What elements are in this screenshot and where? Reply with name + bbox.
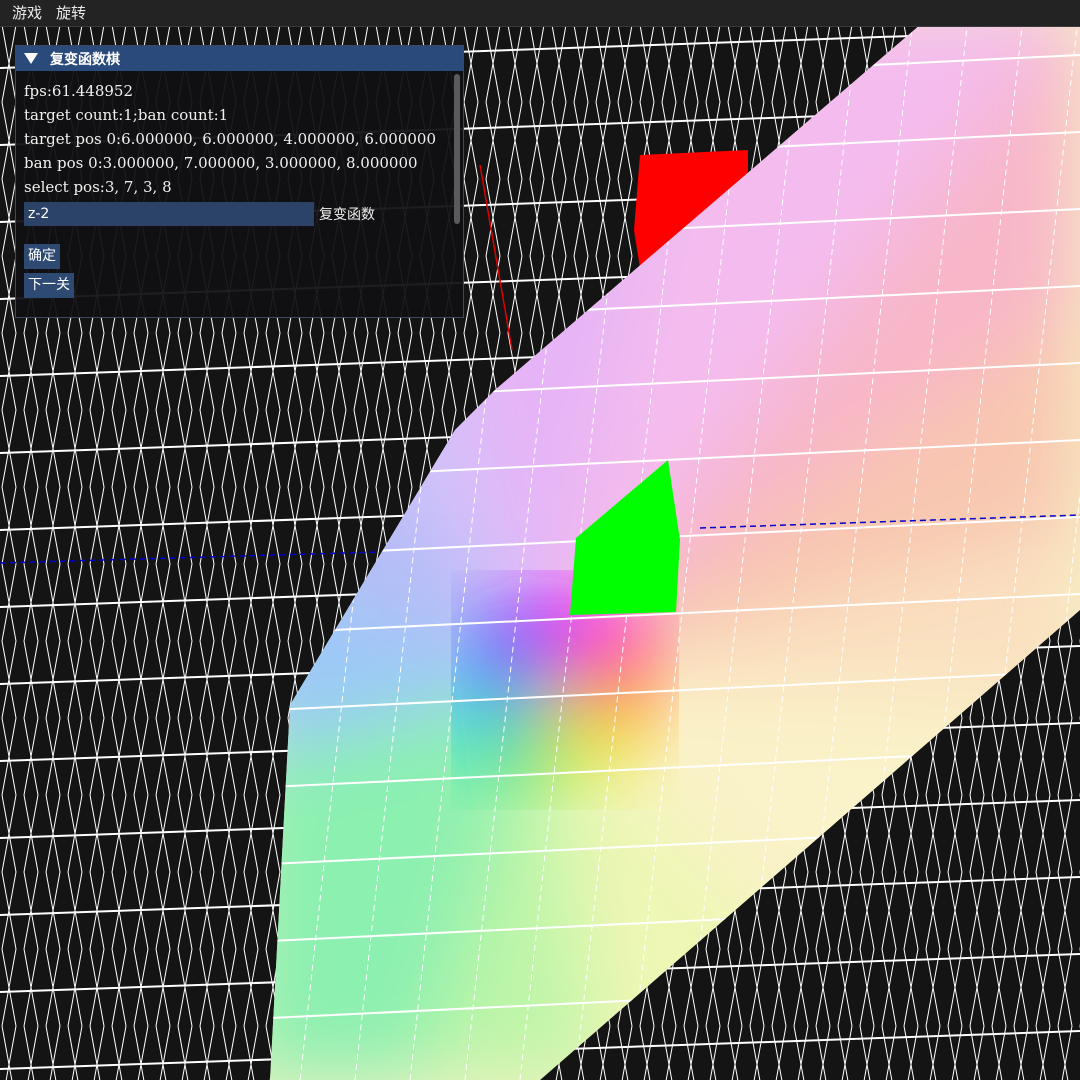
grid-line [903, 1025, 915, 1080]
grid-line [947, 1025, 959, 1080]
grid-line [27, 1025, 39, 1080]
grid-line [137, 1025, 149, 1080]
ban-pos-text: ban pos 0:3.000000, 7.000000, 3.000000, … [24, 154, 418, 172]
menu-game[interactable]: 游戏 [0, 0, 49, 26]
grid-line [621, 1025, 633, 1080]
grid-line [907, 1025, 919, 1080]
grid-line [661, 1025, 673, 1080]
grid-line [643, 1025, 655, 1080]
grid-line [709, 1025, 721, 1080]
grid-line [159, 1025, 171, 1080]
menu-rotate[interactable]: 旋转 [49, 0, 93, 26]
grid-line [225, 1025, 237, 1080]
grid-line [1035, 1025, 1047, 1080]
panel-title-bar[interactable]: 复变函数棋 [16, 46, 463, 71]
grid-line [749, 1025, 761, 1080]
grid-line [771, 1025, 783, 1080]
grid-line [929, 1025, 941, 1080]
grid-line [5, 1025, 17, 1080]
grid-line [177, 1025, 189, 1080]
grid-line [727, 1025, 739, 1080]
grid-line [639, 1025, 651, 1080]
grid-line [133, 1025, 145, 1080]
function-input-label: 复变函数 [319, 207, 375, 223]
grid-line [155, 1025, 167, 1080]
grid-line [199, 1025, 211, 1080]
grid-line [683, 1025, 695, 1080]
target-pos-text: target pos 0:6.000000, 6.000000, 4.00000… [24, 130, 437, 148]
grid-line [1, 1025, 13, 1080]
panel-body: fps:61.448952 target count:1;ban count:1… [16, 71, 463, 298]
grid-line [243, 1025, 255, 1080]
grid-line [23, 1025, 35, 1080]
grid-line [687, 1025, 699, 1080]
menu-bar: 游戏 旋转 [0, 0, 1080, 27]
grid-line [705, 1025, 717, 1080]
grid-line [1039, 1025, 1051, 1080]
grid-line [93, 1025, 105, 1080]
grid-line [203, 1025, 215, 1080]
grid-line [665, 1025, 677, 1080]
next-level-button[interactable]: 下一关 [24, 273, 74, 298]
grid-line [859, 1025, 871, 1080]
grid-line [885, 1025, 897, 1080]
grid-line [89, 1025, 101, 1080]
grid-line [753, 1025, 765, 1080]
grid-line [837, 1025, 849, 1080]
grid-line [617, 1025, 629, 1080]
grid-line [819, 1025, 831, 1080]
fps-text: fps:61.448952 [24, 82, 134, 100]
grid-line [115, 1025, 127, 1080]
grid-line [111, 1025, 123, 1080]
grid-line [221, 1025, 233, 1080]
panel-scrollbar[interactable] [454, 74, 460, 224]
grid-line [71, 1025, 83, 1080]
grid-line [881, 1025, 893, 1080]
grid-line [181, 1025, 193, 1080]
grid-line [1061, 1025, 1073, 1080]
counts-text: target count:1;ban count:1 [24, 106, 229, 124]
grid-line [731, 1025, 743, 1080]
grid-line [49, 1025, 61, 1080]
grid-line [793, 1025, 805, 1080]
function-row: 复变函数 [24, 201, 463, 227]
grid-line [951, 1025, 963, 1080]
grid-line [925, 1025, 937, 1080]
grid-line [599, 1025, 611, 1080]
grid-line [247, 1025, 259, 1080]
grid-line [775, 1025, 787, 1080]
function-input[interactable] [24, 202, 314, 226]
grid-line [67, 1025, 79, 1080]
select-pos-text: select pos:3, 7, 3, 8 [24, 178, 172, 196]
grid-line [45, 1025, 57, 1080]
grid-line [863, 1025, 875, 1080]
grid-line [1057, 1025, 1069, 1080]
panel-title: 复变函数棋 [50, 51, 120, 68]
control-panel: 复变函数棋 fps:61.448952 target count:1;ban c… [15, 45, 464, 318]
grid-line [797, 1025, 809, 1080]
grid-line [841, 1025, 853, 1080]
grid-line [815, 1025, 827, 1080]
collapse-triangle-icon[interactable] [24, 53, 38, 64]
3d-viewport[interactable]: 游戏 旋转 复变函数棋 fps:61.448952 target count:1… [0, 0, 1080, 1080]
grid-line [595, 1025, 607, 1080]
confirm-button[interactable]: 确定 [24, 244, 60, 269]
